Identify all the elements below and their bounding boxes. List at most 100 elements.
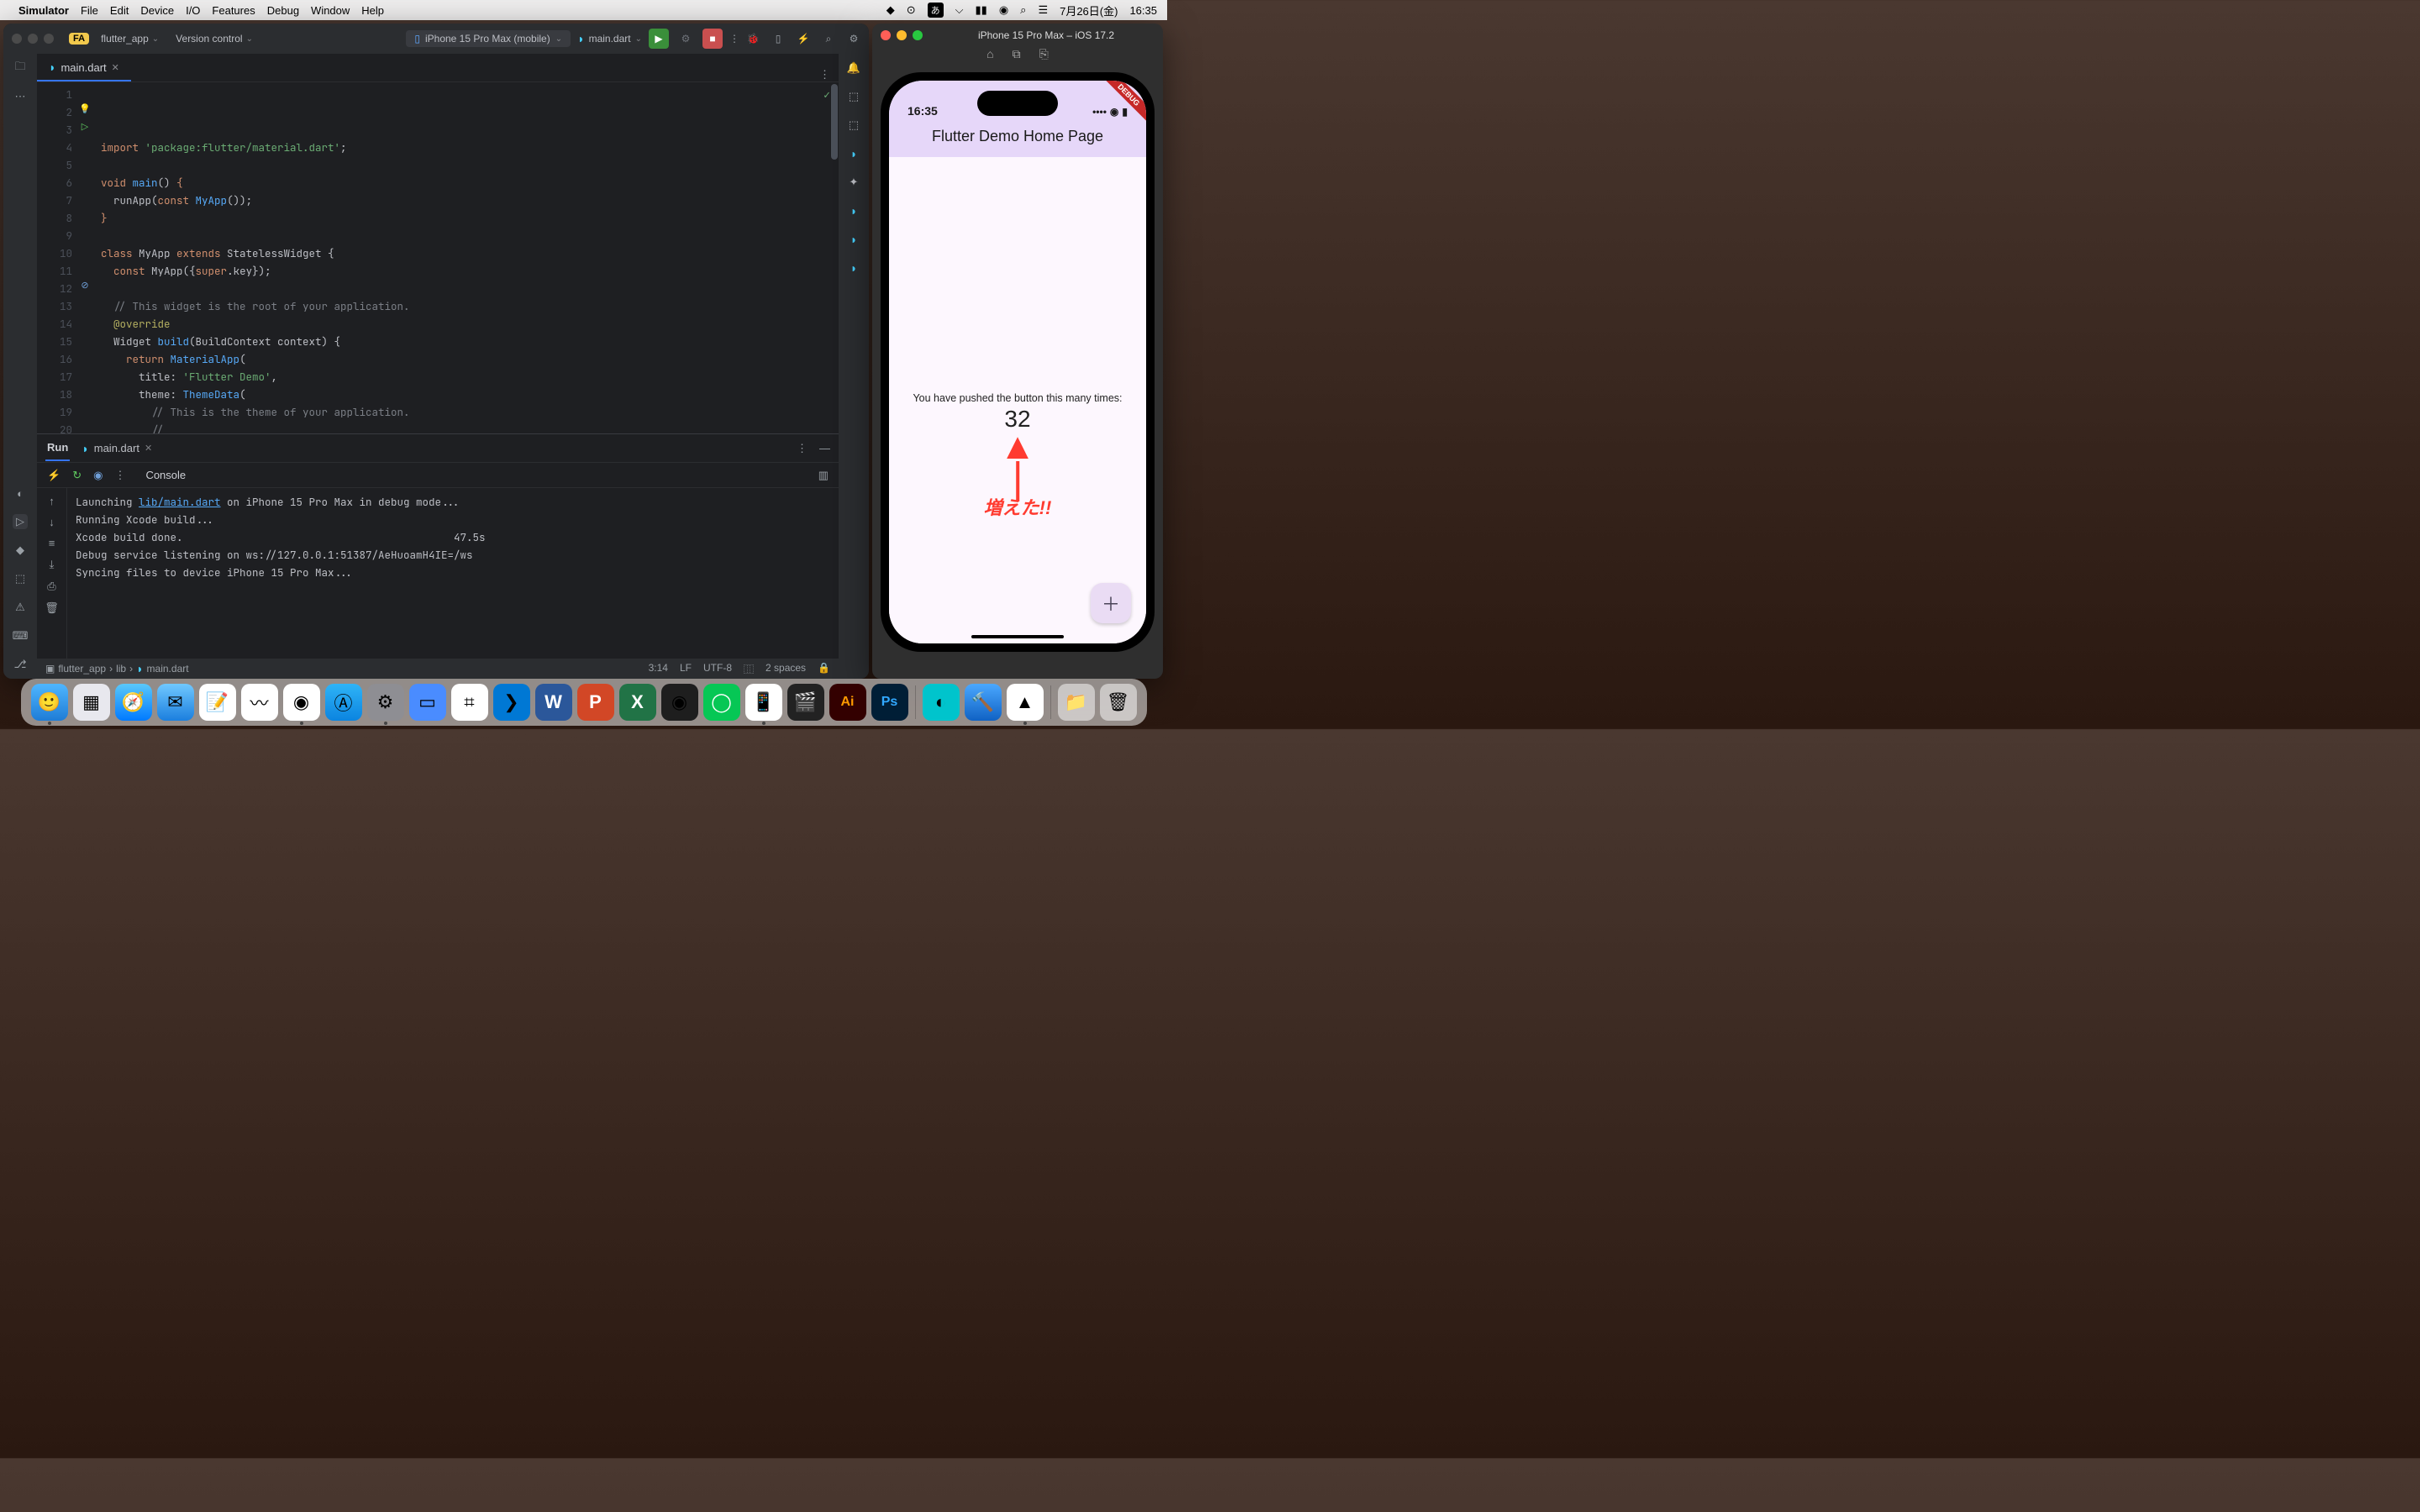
dock-mail[interactable]: ✉ [157, 684, 194, 721]
dart-rail-icon[interactable]: ◆ [13, 543, 28, 558]
more-rail-icon[interactable]: ⋯ [13, 89, 28, 104]
dock-line[interactable]: ◯ [703, 684, 740, 721]
run-button[interactable]: ▶ [649, 29, 669, 49]
tray-date[interactable]: 7月26日(金) [1060, 3, 1118, 18]
git-icon[interactable]: ⎇ [13, 657, 28, 672]
console-more-icon[interactable]: ⋮ [114, 469, 125, 482]
menubar-app-name[interactable]: Simulator [18, 4, 69, 17]
menu-window[interactable]: Window [311, 4, 350, 17]
dock-illustrator[interactable]: Ai [829, 684, 866, 721]
sim-traffic-lights[interactable] [881, 30, 923, 40]
tray-wifi-icon[interactable]: ◉ [999, 3, 1008, 17]
code-area[interactable]: ✓ import 'package:flutter/material.dart'… [92, 82, 839, 433]
ai-icon[interactable]: ✦ [846, 175, 861, 190]
run-more-icon[interactable]: ⋮ [797, 442, 808, 455]
dock-appstore[interactable]: Ⓐ [325, 684, 362, 721]
editor-scrollbar[interactable] [830, 82, 839, 433]
flutter-tool-4-icon[interactable]: ◗ [846, 260, 861, 276]
dock-powerpoint[interactable]: P [577, 684, 614, 721]
scroll-up-icon[interactable]: ↑ [49, 495, 55, 507]
hotreload-toolbar-icon[interactable]: ⚡ [47, 469, 60, 482]
dock-vscode[interactable]: ❯ [493, 684, 530, 721]
menu-io[interactable]: I/O [186, 4, 200, 17]
tray-bluetooth-icon[interactable]: ⌵ [955, 3, 964, 17]
lock-icon[interactable]: 🔒 [818, 662, 830, 676]
flutter-tool-2-icon[interactable]: ◗ [846, 203, 861, 218]
run-tool-icon[interactable]: ▷ [13, 514, 28, 529]
encoding[interactable]: UTF-8 [703, 662, 732, 676]
dock-finalcut[interactable]: 🎬 [787, 684, 824, 721]
dock-androidstudio[interactable]: ▲ [1007, 684, 1044, 721]
reader-mode-icon[interactable]: ⿲ [744, 662, 754, 676]
menu-device[interactable]: Device [140, 4, 174, 17]
problems-icon[interactable]: ⚠ [13, 600, 28, 615]
dock-downloads[interactable]: 📁 [1058, 684, 1095, 721]
menu-features[interactable]: Features [212, 4, 255, 17]
clear-icon[interactable]: 🗑 [45, 601, 59, 615]
home-icon[interactable]: ⌂ [986, 47, 993, 69]
copy-icon[interactable]: ⎘ [1039, 47, 1049, 69]
device-mirror-icon[interactable]: ▯ [771, 33, 785, 45]
tray-time[interactable]: 16:35 [1129, 4, 1157, 17]
dock-simulator[interactable]: 📱 [745, 684, 782, 721]
dock-chrome[interactable]: ◉ [283, 684, 320, 721]
dock-launchpad[interactable]: ▦ [73, 684, 110, 721]
tab-more-icon[interactable]: ⋮ [811, 68, 839, 81]
scroll-down-icon[interactable]: ↓ [49, 516, 55, 528]
run-minimize-icon[interactable]: — [819, 442, 830, 455]
close-tab-icon[interactable]: ✕ [112, 62, 119, 73]
debug-button[interactable]: ⚙ [676, 33, 696, 45]
dock-finder[interactable]: 🙂 [31, 684, 68, 721]
phone-screen[interactable]: DEBUG 16:35 •••• ◉ ▮ Flutter Demo Home P… [889, 81, 1146, 643]
ide-traffic-lights[interactable] [12, 34, 54, 44]
terminal-icon[interactable]: ⌨ [13, 628, 28, 643]
run-panel-tab[interactable]: Run [45, 435, 70, 461]
print-icon[interactable]: ⎙ [47, 580, 55, 593]
search-icon[interactable]: ⌕ [822, 33, 835, 45]
menu-help[interactable]: Help [361, 4, 384, 17]
dock-xcode[interactable]: 🔨 [965, 684, 1002, 721]
dock-zoom[interactable]: ▭ [409, 684, 446, 721]
menu-edit[interactable]: Edit [110, 4, 129, 17]
breadcrumb[interactable]: ▣ flutter_app › lib › ◗ main.dart [45, 662, 189, 675]
close-run-tab-icon[interactable]: ✕ [145, 443, 152, 454]
device-selector[interactable]: ▯ iPhone 15 Pro Max (mobile) ⌄ [406, 30, 571, 47]
tray-battery-icon[interactable]: ▮▮ [976, 3, 987, 17]
console-output[interactable]: Launching lib/main.dart on iPhone 15 Pro… [67, 488, 839, 659]
layout-icon[interactable]: ▥ [818, 469, 829, 482]
tray-app-icon[interactable]: ◆ [886, 3, 895, 17]
dock-freeform[interactable]: 〰 [241, 684, 278, 721]
tray-search-icon[interactable]: ⌕ [1020, 3, 1026, 17]
screenshot-icon[interactable]: ⧉ [1013, 47, 1021, 69]
dock-canva[interactable]: ◐ [923, 684, 960, 721]
dock-safari[interactable]: 🧭 [115, 684, 152, 721]
tray-ime-icon[interactable]: あ [928, 3, 944, 18]
dock-photoshop[interactable]: Ps [871, 684, 908, 721]
db-icon[interactable]: ⬚ [846, 118, 861, 133]
vcs-dropdown[interactable]: Version control⌄ [171, 31, 258, 46]
increment-fab[interactable]: ＋ [1091, 583, 1131, 623]
project-tool-icon[interactable]: 🗀 [13, 60, 28, 76]
dock-notes[interactable]: 📝 [199, 684, 236, 721]
settings-icon[interactable]: ⚙ [847, 33, 860, 45]
project-dropdown[interactable]: flutter_app⌄ [96, 31, 164, 46]
dock-excel[interactable]: X [619, 684, 656, 721]
indent-label[interactable]: 2 spaces [765, 662, 806, 676]
editor-tab-main[interactable]: ◗ main.dart ✕ [37, 55, 131, 81]
devtools-toolbar-icon[interactable]: ◉ [93, 469, 103, 482]
code-editor[interactable]: 1234567891011121314151617181920 💡▷⊘ ✓ im… [37, 82, 839, 433]
dock-figma[interactable]: ◉ [661, 684, 698, 721]
dock-settings[interactable]: ⚙ [367, 684, 404, 721]
menu-file[interactable]: File [81, 4, 98, 17]
flutter-tool-3-icon[interactable]: ◗ [846, 232, 861, 247]
notifications-icon[interactable]: 🔔 [846, 60, 861, 76]
tray-loop-icon[interactable]: ⊙ [907, 3, 916, 17]
bug-icon[interactable]: 🐞 [746, 33, 760, 45]
scroll-end-icon[interactable]: ⤓ [50, 558, 55, 571]
more-run-icon[interactable]: ⋮ [729, 33, 739, 45]
assistant-icon[interactable]: ⬚ [846, 89, 861, 104]
restart-toolbar-icon[interactable]: ↻ [72, 469, 82, 482]
dock-word[interactable]: W [535, 684, 572, 721]
run-file-tab[interactable]: ◗ main.dart ✕ [82, 442, 152, 455]
tray-control-center-icon[interactable]: ☰ [1038, 3, 1048, 17]
